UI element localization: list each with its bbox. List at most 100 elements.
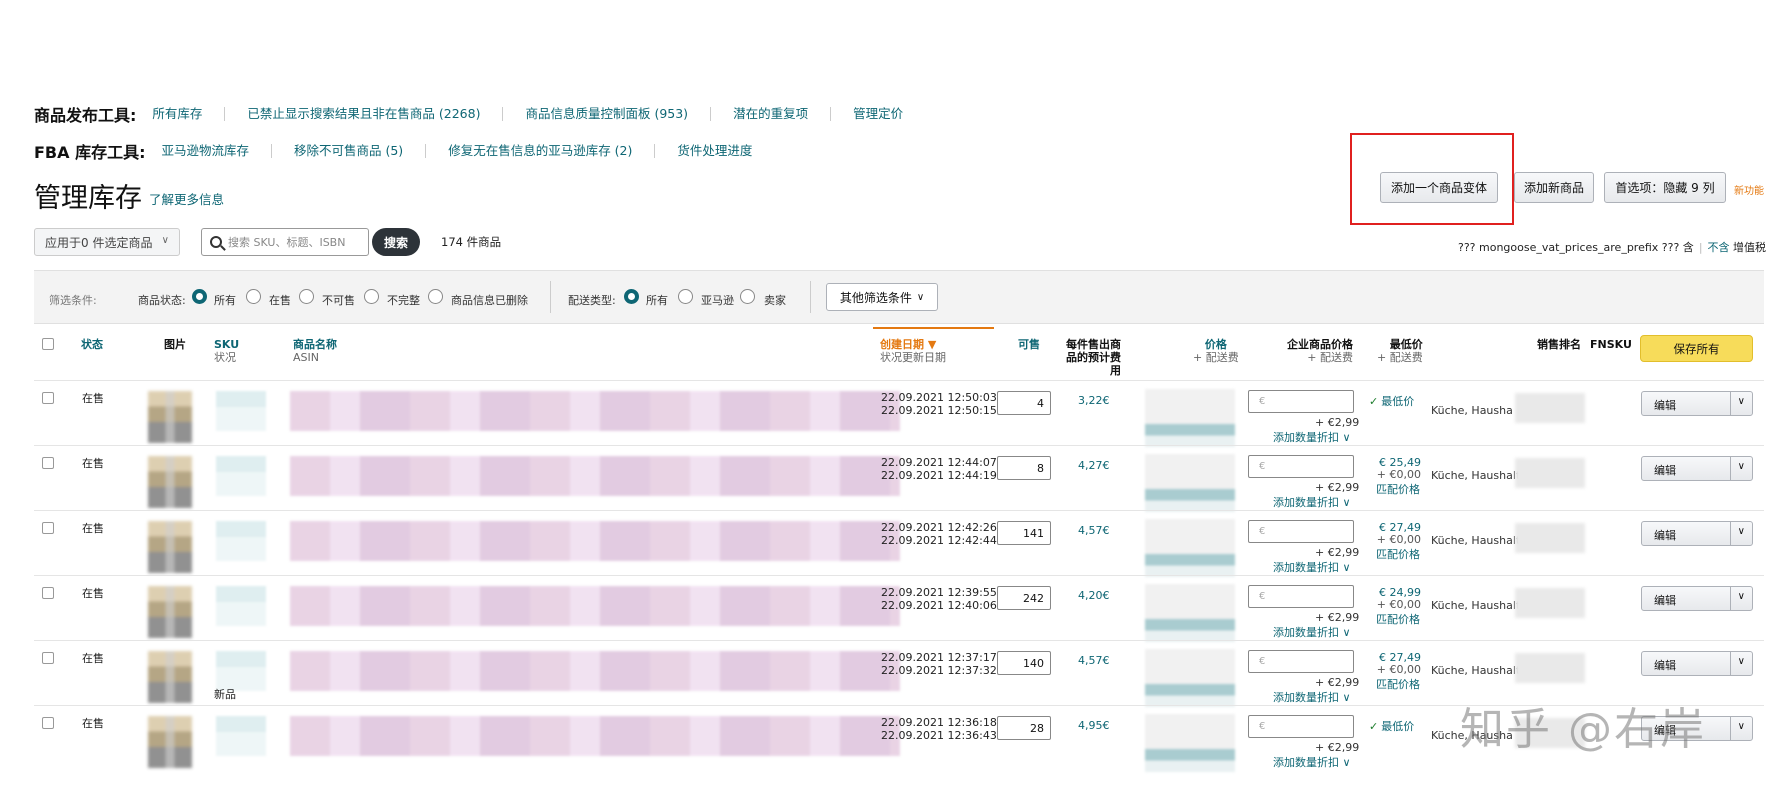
business-price-input[interactable]: € <box>1248 650 1354 673</box>
price-input[interactable] <box>1145 584 1235 642</box>
status-radio-inactive[interactable] <box>299 289 314 304</box>
nav-link-duplicates[interactable]: 潜在的重复项 <box>710 107 830 121</box>
edit-dropdown-button[interactable]: 编辑 ∨ <box>1641 456 1753 481</box>
business-price-input[interactable]: € <box>1248 715 1354 738</box>
business-price-input[interactable]: € <box>1248 520 1354 543</box>
add-quantity-discount-link[interactable]: 添加数量折扣 ∨ <box>1273 624 1351 640</box>
product-thumbnail[interactable] <box>148 521 192 573</box>
business-price-input[interactable]: € <box>1248 585 1354 608</box>
col-header-status[interactable]: 状态 <box>81 338 103 351</box>
product-title-link[interactable] <box>290 521 900 561</box>
col-header-created[interactable]: 创建日期 ▼ 状况更新日期 <box>880 338 946 364</box>
add-product-button[interactable]: 添加新商品 <box>1514 172 1594 203</box>
search-input[interactable]: 搜索 SKU、标题、ISBN <box>201 228 369 256</box>
save-all-button[interactable]: 保存所有 <box>1640 335 1753 362</box>
product-thumbnail[interactable] <box>148 456 192 508</box>
nav-link-all-inventory[interactable]: 所有库存 <box>152 107 224 121</box>
sku-link[interactable] <box>216 586 266 626</box>
nav-link-quality-dashboard[interactable]: 商品信息质量控制面板 (953) <box>502 107 710 121</box>
apply-to-selected-dropdown[interactable]: 应用于0 件选定商品 ∨ <box>34 228 180 256</box>
row-fee-link[interactable]: 4,20€ <box>1078 589 1110 602</box>
row-fee-link[interactable]: 3,22€ <box>1078 394 1110 407</box>
col-header-name[interactable]: 商品名称 ASIN <box>293 338 337 364</box>
row-checkbox[interactable] <box>42 652 54 664</box>
search-icon <box>210 236 222 248</box>
col-header-fee: 每件售出商 品的预计费用 <box>1066 338 1121 377</box>
add-quantity-discount-link[interactable]: 添加数量折扣 ∨ <box>1273 754 1351 770</box>
edit-dropdown-button[interactable]: 编辑 ∨ <box>1641 391 1753 416</box>
quantity-input[interactable]: 141 <box>997 521 1051 545</box>
price-input[interactable] <box>1145 649 1235 707</box>
fulfillment-radio-merchant[interactable] <box>740 289 755 304</box>
edit-dropdown-button[interactable]: 编辑 ∨ <box>1641 586 1753 611</box>
price-input[interactable] <box>1145 454 1235 512</box>
status-radio-all[interactable] <box>192 289 207 304</box>
quantity-input[interactable]: 28 <box>997 716 1051 740</box>
row-checkbox[interactable] <box>42 392 54 404</box>
sku-link[interactable] <box>216 716 266 756</box>
fulfillment-radio-amazon[interactable] <box>678 289 693 304</box>
row-fee-link[interactable]: 4,95€ <box>1078 719 1110 732</box>
more-filters-button[interactable]: 其他筛选条件 ∨ <box>826 283 938 311</box>
edit-dropdown-button[interactable]: 编辑 ∨ <box>1641 521 1753 546</box>
add-quantity-discount-link[interactable]: 添加数量折扣 ∨ <box>1273 559 1351 575</box>
col-header-price[interactable]: 价格 + 配送费 <box>1193 338 1239 364</box>
product-thumbnail[interactable] <box>148 391 192 443</box>
quantity-input[interactable]: 140 <box>997 651 1051 675</box>
product-thumbnail[interactable] <box>148 586 192 638</box>
match-price-link[interactable]: 匹配价格 <box>1376 481 1420 497</box>
price-input[interactable] <box>1145 389 1235 447</box>
price-input[interactable] <box>1145 519 1235 577</box>
row-checkbox[interactable] <box>42 522 54 534</box>
search-button[interactable]: 搜索 <box>372 228 420 256</box>
col-header-available[interactable]: 可售 <box>1018 338 1040 351</box>
product-title-link[interactable] <box>290 651 900 691</box>
product-thumbnail[interactable] <box>148 651 192 703</box>
row-fee-link[interactable]: 4,57€ <box>1078 524 1110 537</box>
add-variant-button[interactable]: 添加一个商品变体 <box>1380 172 1498 203</box>
sku-link[interactable] <box>216 651 266 691</box>
status-radio-incomplete[interactable] <box>364 289 379 304</box>
match-price-link[interactable]: 匹配价格 <box>1376 546 1420 562</box>
product-title-link[interactable] <box>290 391 900 431</box>
learn-more-link[interactable]: 了解更多信息 <box>149 189 224 208</box>
preferences-button[interactable]: 首选项：隐藏 9 列 <box>1604 172 1726 203</box>
add-quantity-discount-link[interactable]: 添加数量折扣 ∨ <box>1273 494 1351 510</box>
price-input[interactable] <box>1145 714 1235 772</box>
select-all-checkbox[interactable] <box>42 338 54 350</box>
row-checkbox[interactable] <box>42 457 54 469</box>
quantity-input[interactable]: 8 <box>997 456 1051 480</box>
row-checkbox[interactable] <box>42 717 54 729</box>
status-radio-active[interactable] <box>246 289 261 304</box>
status-radio-deleted[interactable] <box>428 289 443 304</box>
quantity-input[interactable]: 242 <box>997 586 1051 610</box>
nav-link-remove-unfulfillable[interactable]: 移除不可售商品 (5) <box>271 144 425 158</box>
row-checkbox[interactable] <box>42 587 54 599</box>
business-price-input[interactable]: € <box>1248 390 1354 413</box>
fulfillment-radio-all[interactable] <box>624 289 639 304</box>
sku-link[interactable] <box>216 391 266 431</box>
business-price-input[interactable]: € <box>1248 455 1354 478</box>
nav-link-fba-inventory[interactable]: 亚马逊物流库存 <box>161 144 271 158</box>
edit-dropdown-button[interactable]: 编辑 ∨ <box>1641 651 1753 676</box>
sku-link[interactable] <box>216 521 266 561</box>
match-price-link[interactable]: 匹配价格 <box>1376 611 1420 627</box>
vat-exclude-link[interactable]: 不含 <box>1708 241 1730 254</box>
vat-include-text[interactable]: ??? mongoose_vat_prices_are_prefix ??? 含 <box>1458 241 1694 254</box>
add-quantity-discount-link[interactable]: 添加数量折扣 ∨ <box>1273 689 1351 705</box>
nav-link-shipment-progress[interactable]: 货件处理进度 <box>654 144 774 158</box>
match-price-link[interactable]: 匹配价格 <box>1376 676 1420 692</box>
col-header-sku[interactable]: SKU 状况 <box>214 338 239 364</box>
nav-link-suppressed[interactable]: 已禁止显示搜索结果且非在售商品 (2268) <box>224 107 502 121</box>
add-quantity-discount-link[interactable]: 添加数量折扣 ∨ <box>1273 429 1351 445</box>
row-fee-link[interactable]: 4,27€ <box>1078 459 1110 472</box>
quantity-input[interactable]: 4 <box>997 391 1051 415</box>
sku-link[interactable] <box>216 456 266 496</box>
product-title-link[interactable] <box>290 456 900 496</box>
nav-link-fix-stranded[interactable]: 修复无在售信息的亚马逊库存 (2) <box>425 144 654 158</box>
product-title-link[interactable] <box>290 716 900 756</box>
row-fee-link[interactable]: 4,57€ <box>1078 654 1110 667</box>
product-thumbnail[interactable] <box>148 716 192 768</box>
nav-link-manage-pricing[interactable]: 管理定价 <box>830 107 925 121</box>
product-title-link[interactable] <box>290 586 900 626</box>
